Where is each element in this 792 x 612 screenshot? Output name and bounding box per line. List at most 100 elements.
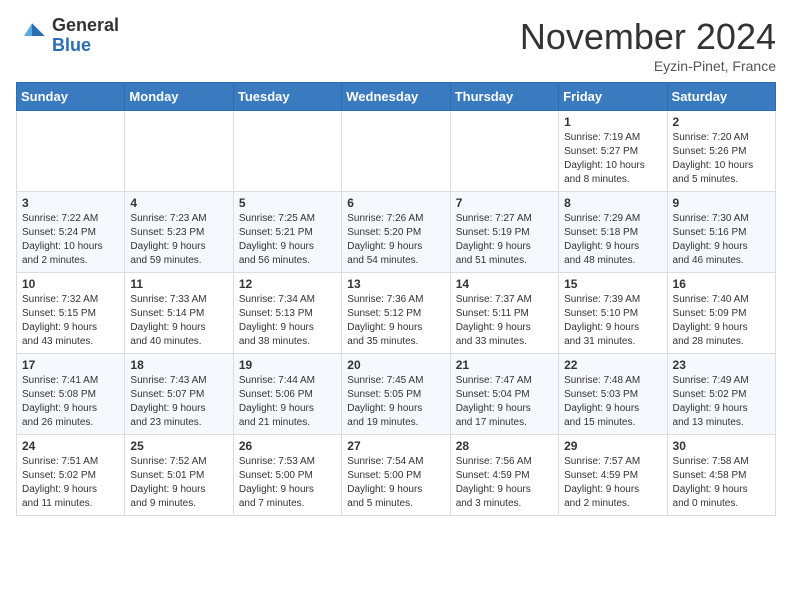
day-number: 29 (564, 439, 661, 453)
day-info: Sunrise: 7:26 AM Sunset: 5:20 PM Dayligh… (347, 212, 444, 268)
table-row: 10 Sunrise: 7:32 AM Sunset: 5:15 PM Dayli… (17, 273, 125, 354)
day-number: 24 (22, 439, 119, 453)
day-info: Sunrise: 7:49 AM Sunset: 5:02 PM Dayligh… (673, 374, 770, 430)
day-number: 25 (130, 439, 227, 453)
location-text: Eyzin-Pinet, France (520, 58, 776, 74)
day-number: 23 (673, 358, 770, 372)
logo: General Blue (16, 16, 119, 56)
table-row (450, 111, 558, 192)
table-row: 24Sunrise: 7:51 AM Sunset: 5:02 PM Dayli… (17, 435, 125, 516)
table-row: 28 Sunrise: 7:56 AM Sunset: 4:59 PM Dayli… (450, 435, 558, 516)
day-number: 9 (673, 196, 770, 210)
table-row: 4 Sunrise: 7:23 AM Sunset: 5:23 PM Daylig… (125, 192, 233, 273)
logo-general-text: General (52, 16, 119, 36)
day-info: Sunrise: 7:33 AM Sunset: 5:14 PM Dayligh… (130, 293, 227, 349)
day-number: 3 (22, 196, 119, 210)
week-row-1: 1 Sunrise: 7:19 AM Sunset: 5:27 PM Daylig… (17, 111, 776, 192)
day-info: Sunrise: 7:56 AM Sunset: 4:59 PM Dayligh… (456, 455, 553, 511)
day-info: Sunrise: 7:47 AM Sunset: 5:04 PM Dayligh… (456, 374, 553, 430)
day-number: 22 (564, 358, 661, 372)
table-row: 22 Sunrise: 7:48 AM Sunset: 5:03 PM Dayli… (559, 354, 667, 435)
table-row: 9Sunrise: 7:30 AM Sunset: 5:16 PM Daylig… (667, 192, 775, 273)
page-header: General Blue November 2024 Eyzin-Pinet, … (16, 16, 776, 74)
day-info: Sunrise: 7:25 AM Sunset: 5:21 PM Dayligh… (239, 212, 336, 268)
day-number: 8 (564, 196, 661, 210)
table-row: 29 Sunrise: 7:57 AM Sunset: 4:59 PM Dayli… (559, 435, 667, 516)
table-row: 30 Sunrise: 7:58 AM Sunset: 4:58 PM Dayli… (667, 435, 775, 516)
table-row: 8Sunrise: 7:29 AM Sunset: 5:18 PM Daylig… (559, 192, 667, 273)
table-row: 20Sunrise: 7:45 AM Sunset: 5:05 PM Dayli… (342, 354, 450, 435)
day-info: Sunrise: 7:43 AM Sunset: 5:07 PM Dayligh… (130, 374, 227, 430)
table-row: 15 Sunrise: 7:39 AM Sunset: 5:10 PM Dayli… (559, 273, 667, 354)
day-number: 13 (347, 277, 444, 291)
day-info: Sunrise: 7:58 AM Sunset: 4:58 PM Dayligh… (673, 455, 770, 511)
day-info: Sunrise: 7:48 AM Sunset: 5:03 PM Dayligh… (564, 374, 661, 430)
table-row: 14Sunrise: 7:37 AM Sunset: 5:11 PM Dayli… (450, 273, 558, 354)
table-row: 16Sunrise: 7:40 AM Sunset: 5:09 PM Dayli… (667, 273, 775, 354)
calendar-header: SundayMondayTuesdayWednesdayThursdayFrid… (17, 83, 776, 111)
day-number: 2 (673, 115, 770, 129)
day-info: Sunrise: 7:54 AM Sunset: 5:00 PM Dayligh… (347, 455, 444, 511)
day-info: Sunrise: 7:37 AM Sunset: 5:11 PM Dayligh… (456, 293, 553, 349)
table-row: 21 Sunrise: 7:47 AM Sunset: 5:04 PM Dayli… (450, 354, 558, 435)
day-number: 4 (130, 196, 227, 210)
day-info: Sunrise: 7:57 AM Sunset: 4:59 PM Dayligh… (564, 455, 661, 511)
day-number: 21 (456, 358, 553, 372)
day-info: Sunrise: 7:20 AM Sunset: 5:26 PM Dayligh… (673, 131, 770, 187)
day-info: Sunrise: 7:53 AM Sunset: 5:00 PM Dayligh… (239, 455, 336, 511)
weekday-header-sunday: Sunday (17, 83, 125, 111)
day-number: 17 (22, 358, 119, 372)
table-row: 2 Sunrise: 7:20 AM Sunset: 5:26 PM Daylig… (667, 111, 775, 192)
day-number: 20 (347, 358, 444, 372)
table-row: 17 Sunrise: 7:41 AM Sunset: 5:08 PM Dayli… (17, 354, 125, 435)
day-info: Sunrise: 7:44 AM Sunset: 5:06 PM Dayligh… (239, 374, 336, 430)
calendar-table: SundayMondayTuesdayWednesdayThursdayFrid… (16, 82, 776, 516)
day-number: 7 (456, 196, 553, 210)
table-row (125, 111, 233, 192)
day-number: 28 (456, 439, 553, 453)
day-info: Sunrise: 7:23 AM Sunset: 5:23 PM Dayligh… (130, 212, 227, 268)
day-info: Sunrise: 7:39 AM Sunset: 5:10 PM Dayligh… (564, 293, 661, 349)
day-info: Sunrise: 7:19 AM Sunset: 5:27 PM Dayligh… (564, 131, 661, 187)
day-number: 6 (347, 196, 444, 210)
day-number: 15 (564, 277, 661, 291)
table-row: 27 Sunrise: 7:54 AM Sunset: 5:00 PM Dayli… (342, 435, 450, 516)
day-number: 1 (564, 115, 661, 129)
week-row-3: 10 Sunrise: 7:32 AM Sunset: 5:15 PM Dayli… (17, 273, 776, 354)
week-row-2: 3 Sunrise: 7:22 AM Sunset: 5:24 PM Daylig… (17, 192, 776, 273)
day-number: 26 (239, 439, 336, 453)
table-row: 1 Sunrise: 7:19 AM Sunset: 5:27 PM Daylig… (559, 111, 667, 192)
day-number: 12 (239, 277, 336, 291)
logo-icon (16, 20, 48, 52)
day-number: 30 (673, 439, 770, 453)
day-info: Sunrise: 7:36 AM Sunset: 5:12 PM Dayligh… (347, 293, 444, 349)
day-number: 18 (130, 358, 227, 372)
day-info: Sunrise: 7:22 AM Sunset: 5:24 PM Dayligh… (22, 212, 119, 268)
month-title: November 2024 (520, 16, 776, 58)
day-number: 10 (22, 277, 119, 291)
table-row: 25 Sunrise: 7:52 AM Sunset: 5:01 PM Dayli… (125, 435, 233, 516)
logo-text: General Blue (52, 16, 119, 56)
table-row (233, 111, 341, 192)
table-row: 18 Sunrise: 7:43 AM Sunset: 5:07 PM Dayli… (125, 354, 233, 435)
weekday-header-tuesday: Tuesday (233, 83, 341, 111)
day-number: 27 (347, 439, 444, 453)
day-info: Sunrise: 7:41 AM Sunset: 5:08 PM Dayligh… (22, 374, 119, 430)
weekday-header-thursday: Thursday (450, 83, 558, 111)
weekday-header-saturday: Saturday (667, 83, 775, 111)
days-of-week-row: SundayMondayTuesdayWednesdayThursdayFrid… (17, 83, 776, 111)
day-info: Sunrise: 7:32 AM Sunset: 5:15 PM Dayligh… (22, 293, 119, 349)
week-row-4: 17 Sunrise: 7:41 AM Sunset: 5:08 PM Dayli… (17, 354, 776, 435)
calendar-body: 1 Sunrise: 7:19 AM Sunset: 5:27 PM Daylig… (17, 111, 776, 516)
day-info: Sunrise: 7:40 AM Sunset: 5:09 PM Dayligh… (673, 293, 770, 349)
weekday-header-monday: Monday (125, 83, 233, 111)
table-row: 3 Sunrise: 7:22 AM Sunset: 5:24 PM Daylig… (17, 192, 125, 273)
table-row: 11Sunrise: 7:33 AM Sunset: 5:14 PM Dayli… (125, 273, 233, 354)
day-info: Sunrise: 7:52 AM Sunset: 5:01 PM Dayligh… (130, 455, 227, 511)
day-number: 19 (239, 358, 336, 372)
week-row-5: 24Sunrise: 7:51 AM Sunset: 5:02 PM Dayli… (17, 435, 776, 516)
weekday-header-friday: Friday (559, 83, 667, 111)
table-row (342, 111, 450, 192)
title-block: November 2024 Eyzin-Pinet, France (520, 16, 776, 74)
table-row (17, 111, 125, 192)
